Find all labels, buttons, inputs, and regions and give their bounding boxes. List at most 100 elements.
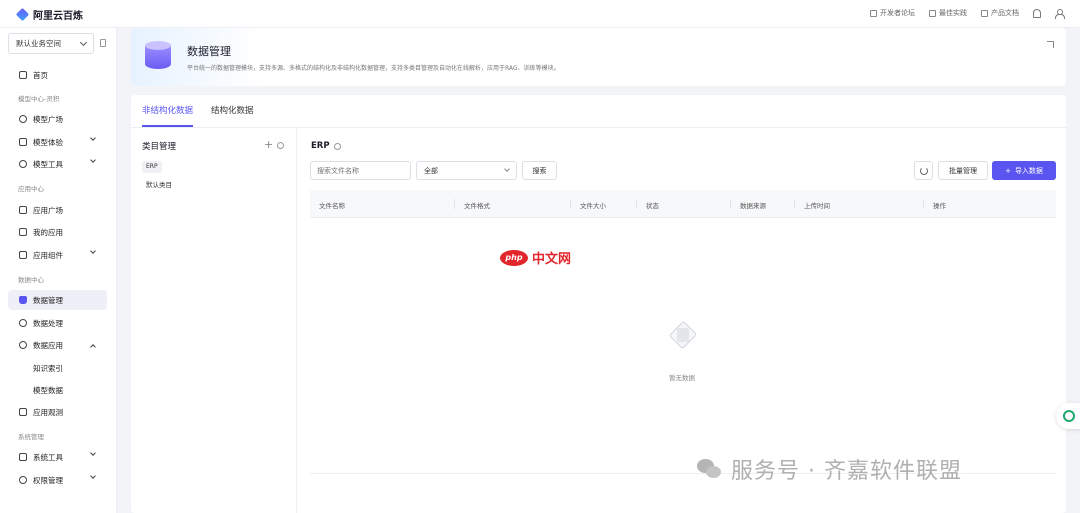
sidebar-item-app-observe[interactable]: 应用观测 [8,402,107,422]
search-input[interactable] [310,161,411,180]
model-try-icon [19,138,27,146]
top-links: 开发者论坛 最佳实践 产品文档 [870,8,1065,19]
column-separator [570,199,571,209]
status-filter-select[interactable]: 全部 [416,161,517,180]
page-header: 数据管理 平台统一的数据管理模块，支持多源、多格式的结构化及非结构化数据管理，支… [131,28,1066,86]
category-item-default[interactable]: 默认类目 [146,179,172,189]
top-link-label: 最佳实践 [939,9,967,17]
sidebar-item-data-process[interactable]: 数据处理 [8,313,107,333]
collapse-icon[interactable] [1047,41,1054,48]
search-button[interactable]: 搜索 [522,161,557,180]
add-category-icon[interactable]: + [264,138,273,151]
section-model-center: 模型中心-灵积 [18,95,60,103]
php-watermark-text: 中文网 [532,252,572,267]
wechat-watermark: 服务号 · 齐嘉软件联盟 [697,453,962,485]
chevron-down-icon [90,157,96,163]
sidebar-item-label: 首页 [33,70,48,80]
chevron-down-icon [90,450,96,456]
brand-logo[interactable]: 阿里云百炼 [15,7,83,22]
forum-icon [870,9,877,17]
top-bar: 阿里云百炼 开发者论坛 最佳实践 产品文档 [0,0,1080,28]
sidebar-item-label: 模型数据 [33,385,63,395]
main-panel: 非结构化数据 结构化数据 类目管理 + ERP 默认类目 ERP 全部 搜索 批… [131,95,1066,513]
tab-bar: 非结构化数据 结构化数据 [142,95,254,127]
content-title: ERP [311,141,341,151]
category-item-erp[interactable]: ERP [142,161,162,173]
sidebar-item-label: 知识索引 [33,363,63,373]
practice-icon [929,9,936,17]
chevron-down-icon [90,135,96,141]
column-separator [923,199,924,209]
column-separator [794,199,795,209]
sidebar-item-model-tools[interactable]: 模型工具 [8,154,107,174]
column-header: 文件格式 [464,202,490,210]
wechat-icon [697,457,723,481]
empty-box-icon [663,316,701,354]
table-header: 文件名称 文件格式 文件大小 状态 数据来源 上传时间 操作 [310,190,1056,218]
import-data-button[interactable]: + 导入数据 [992,161,1056,180]
php-watermark: php 中文网 [500,248,571,267]
batch-manage-button[interactable]: 批量管理 [938,161,988,180]
sidebar-item-perm-manage[interactable]: 权限管理 [8,470,107,490]
sidebar: 默认业务空间 首页 模型中心-灵积 模型广场 模型体验 模型工具 应用中心 应用… [0,28,117,513]
tab-structured[interactable]: 结构化数据 [211,95,254,127]
sidebar-item-model-data[interactable]: 模型数据 [8,380,107,400]
sidebar-item-label: 数据处理 [33,318,63,328]
tab-unstructured[interactable]: 非结构化数据 [142,95,194,127]
home-icon [19,71,27,79]
php-watermark-badge: php [500,249,528,266]
model-tools-icon [19,160,27,168]
sidebar-item-app-square[interactable]: 应用广场 [8,200,107,220]
column-header: 操作 [933,202,946,210]
category-settings-icon[interactable] [277,142,284,149]
top-link-forum[interactable]: 开发者论坛 [870,8,915,18]
brand-logo-icon [15,7,30,22]
sidebar-item-label: 应用广场 [33,205,63,215]
filter-value: 全部 [424,166,438,175]
column-header: 文件大小 [580,202,606,210]
sidebar-item-label: 应用组件 [33,250,63,260]
page-description: 平台统一的数据管理模块，支持多源、多格式的结构化及非结构化数据管理，支持多类目管… [187,65,560,72]
section-system: 系统管理 [18,433,44,441]
refresh-button[interactable] [914,161,933,180]
page-title: 数据管理 [187,45,231,58]
sidebar-item-label: 我的应用 [33,227,63,237]
section-data-center: 数据中心 [18,276,44,284]
gear-icon [19,341,27,349]
top-link-docs[interactable]: 产品文档 [981,8,1019,18]
sidebar-item-label: 系统工具 [33,452,63,462]
sidebar-item-app-components[interactable]: 应用组件 [8,245,107,265]
sidebar-item-data-app[interactable]: 数据应用 [8,335,107,355]
empty-state-text: 暂无数据 [669,374,695,382]
sidebar-item-model-square[interactable]: 模型广场 [8,109,107,129]
sidebar-item-sys-tools[interactable]: 系统工具 [8,447,107,467]
help-icon[interactable] [333,142,341,150]
ai-assistant-button[interactable] [1056,403,1080,429]
column-header: 上传时间 [804,202,830,210]
sidebar-item-label: 权限管理 [33,475,63,485]
column-separator [636,199,637,209]
top-link-label: 开发者论坛 [880,9,915,17]
sidebar-item-label: 模型工具 [33,159,63,169]
database-icon [19,296,27,304]
plus-icon: + [1005,166,1011,175]
sidebar-item-knowledge-index[interactable]: 知识索引 [8,358,107,378]
model-square-icon [19,115,27,123]
workspace-doc-icon[interactable] [100,39,106,47]
sidebar-item-label: 应用观测 [33,407,63,417]
sidebar-item-my-apps[interactable]: 我的应用 [8,222,107,242]
sidebar-item-data-manage[interactable]: 数据管理 [8,290,107,310]
bell-icon[interactable] [1033,8,1041,18]
sidebar-item-model-try[interactable]: 模型体验 [8,132,107,152]
sidebar-item-home[interactable]: 首页 [8,65,107,85]
top-link-practice[interactable]: 最佳实践 [929,8,967,18]
workspace-select[interactable]: 默认业务空间 [8,33,94,54]
sidebar-item-label: 模型广场 [33,114,63,124]
column-separator [730,199,731,209]
user-icon[interactable] [1055,8,1065,19]
tools-icon [19,453,27,461]
sidebar-item-label: 模型体验 [33,137,63,147]
sidebar-item-label: 数据管理 [33,295,63,305]
data-process-icon [19,319,27,327]
wechat-watermark-text: 服务号 · 齐嘉软件联盟 [731,459,962,484]
